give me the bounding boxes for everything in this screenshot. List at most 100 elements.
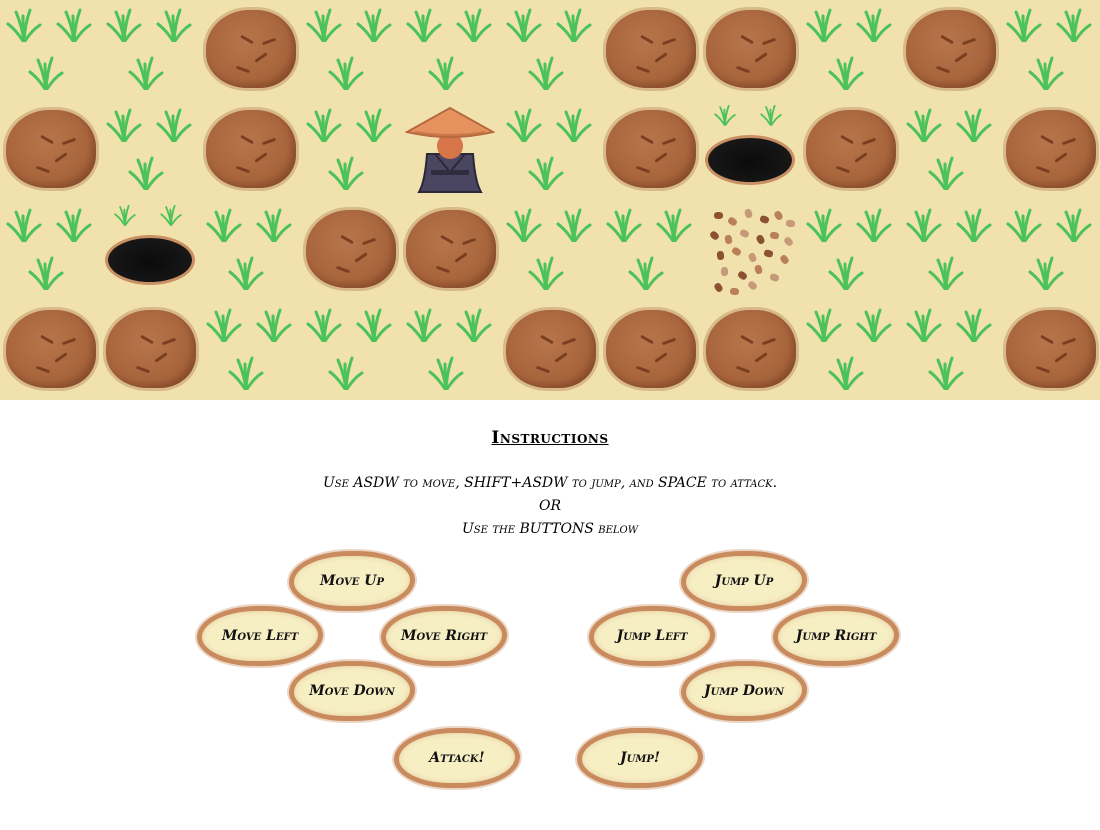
rock-icon xyxy=(506,310,596,388)
move-left-button[interactable]: Move Left xyxy=(202,611,318,661)
hole-icon xyxy=(108,238,192,282)
grass-icon xyxy=(328,56,364,90)
grass-icon xyxy=(356,8,392,42)
grass-icon xyxy=(528,156,564,190)
rock-icon xyxy=(106,310,196,388)
hole-icon xyxy=(708,138,792,182)
rock-icon xyxy=(306,210,396,288)
grass-icon xyxy=(506,208,542,242)
grass-icon xyxy=(828,256,864,290)
board-tile-grass xyxy=(400,0,500,100)
rubble-icon xyxy=(708,229,721,242)
board-tile-rock xyxy=(1000,300,1100,400)
grass-icon xyxy=(456,308,492,342)
grass-icon xyxy=(928,356,964,390)
grass-icon xyxy=(656,208,692,242)
grass-icon xyxy=(1006,8,1042,42)
rubble-icon xyxy=(716,250,725,261)
grass-icon xyxy=(906,108,942,142)
grass-icon xyxy=(628,256,664,290)
rock-icon xyxy=(906,10,996,88)
rubble-icon xyxy=(729,287,740,296)
jump-left-button[interactable]: Jump Left xyxy=(594,611,710,661)
board-tile-grass xyxy=(400,300,500,400)
grass-icon xyxy=(256,208,292,242)
board-tile-hole xyxy=(700,100,800,200)
grass-icon xyxy=(806,8,842,42)
rock-icon xyxy=(706,10,796,88)
rubble-icon xyxy=(763,248,774,259)
jump-button[interactable]: Jump! xyxy=(582,733,698,783)
board-tile-grass xyxy=(300,0,400,100)
board-tile-rock xyxy=(0,300,100,400)
board-tile-hole xyxy=(100,200,200,300)
grass-icon xyxy=(1006,208,1042,242)
rock-icon xyxy=(706,310,796,388)
board-tile-rock xyxy=(700,300,800,400)
rock-icon xyxy=(206,10,296,88)
grass-icon xyxy=(6,8,42,42)
grass-icon xyxy=(428,56,464,90)
board-tile-player xyxy=(400,100,500,200)
board-tile-grass xyxy=(200,300,300,400)
rubble-icon xyxy=(753,264,764,275)
board-tile-grass xyxy=(1000,200,1100,300)
rubble-icon xyxy=(769,231,780,240)
jump-right-button[interactable]: Jump Right xyxy=(778,611,894,661)
rubble-icon xyxy=(738,228,751,239)
move-right-button[interactable]: Move Right xyxy=(386,611,502,661)
grass-icon xyxy=(128,56,164,90)
grass-icon xyxy=(406,8,442,42)
rubble-icon xyxy=(730,246,743,257)
grass-icon xyxy=(328,156,364,190)
grass-icon xyxy=(928,256,964,290)
board-tile-rock xyxy=(1000,100,1100,200)
grass-icon xyxy=(206,208,242,242)
grass-icon xyxy=(528,56,564,90)
grass-icon xyxy=(1028,56,1064,90)
board-tile-grass xyxy=(300,300,400,400)
instructions-title: Instructions xyxy=(491,428,609,448)
board-tile-grass xyxy=(800,200,900,300)
board-tile-rock xyxy=(0,100,100,200)
move-down-button[interactable]: Move Down xyxy=(294,666,410,716)
rubble-icon xyxy=(743,208,754,219)
instructions-buttons-text: Use the BUTTONS below xyxy=(461,521,639,537)
grass-icon xyxy=(356,108,392,142)
board-tile-rock xyxy=(800,100,900,200)
grass-icon xyxy=(1056,208,1092,242)
grass-icon xyxy=(406,308,442,342)
rock-icon xyxy=(6,310,96,388)
grass-icon xyxy=(956,108,992,142)
rubble-icon xyxy=(769,272,780,283)
board-tile-rock xyxy=(300,200,400,300)
grass-icon xyxy=(528,256,564,290)
move-up-button[interactable]: Move Up xyxy=(294,556,410,606)
grass-icon xyxy=(106,108,142,142)
grass-icon xyxy=(156,8,192,42)
board-tile-grass xyxy=(500,0,600,100)
board-tile-rock xyxy=(200,0,300,100)
board-tile-grass xyxy=(900,200,1000,300)
grass-icon xyxy=(256,308,292,342)
board-tile-grass xyxy=(500,100,600,200)
jump-down-button[interactable]: Jump Down xyxy=(686,666,802,716)
grass-icon xyxy=(306,308,342,342)
grass-icon xyxy=(906,308,942,342)
board-tile-rock xyxy=(600,300,700,400)
rock-icon xyxy=(606,10,696,88)
grass-icon xyxy=(228,356,264,390)
grass-icon xyxy=(456,8,492,42)
attack-button[interactable]: Attack! xyxy=(399,733,515,783)
board-tile-rock xyxy=(700,0,800,100)
grass-icon xyxy=(856,8,892,42)
grass-icon xyxy=(856,308,892,342)
instructions-keyboard-text: Use ASDW to move, SHIFT+ASDW to jump, an… xyxy=(322,475,778,491)
board-tile-grass xyxy=(0,0,100,100)
board-tile-grass xyxy=(900,100,1000,200)
grass-icon xyxy=(956,308,992,342)
jump-up-button[interactable]: Jump Up xyxy=(686,556,802,606)
board-tile-rock xyxy=(400,200,500,300)
rock-icon xyxy=(806,110,896,188)
rubble-icon xyxy=(778,253,791,266)
